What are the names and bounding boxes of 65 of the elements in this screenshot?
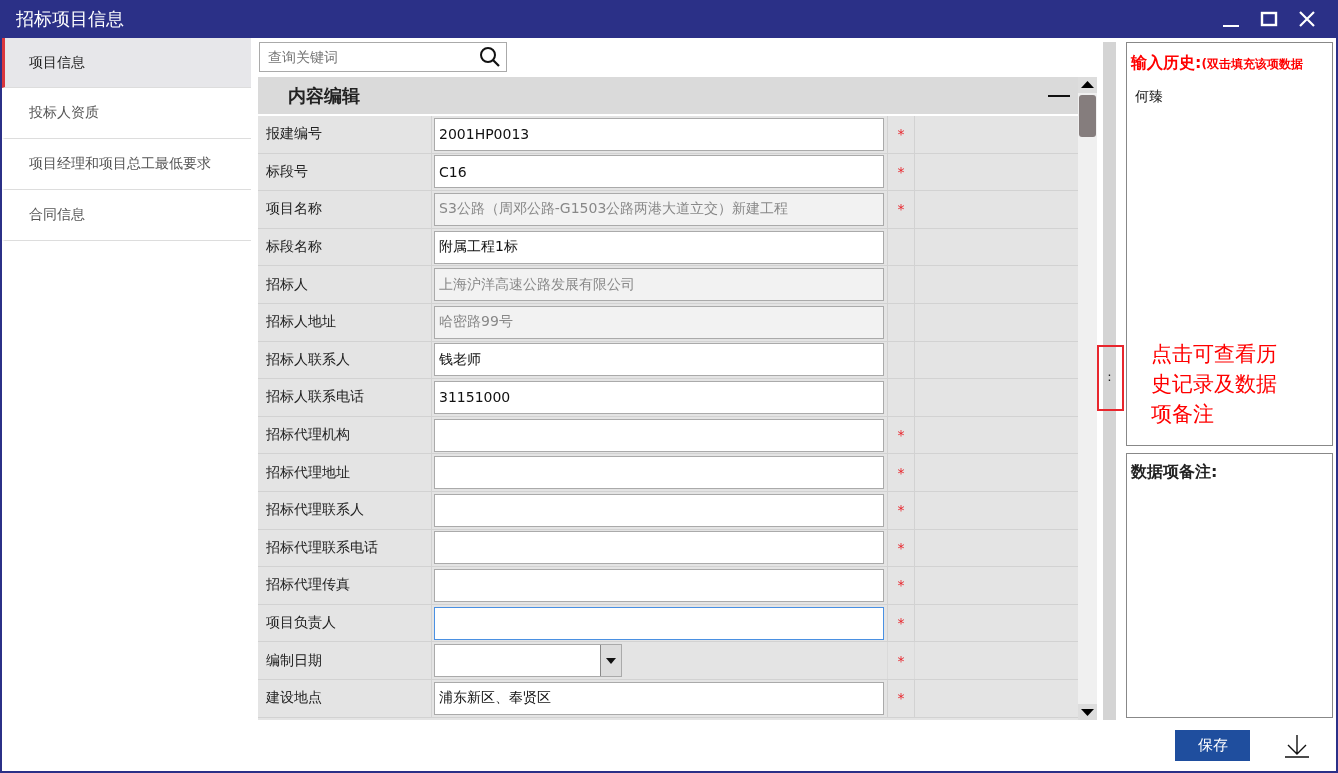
field-label: 报建编号 — [258, 116, 432, 153]
input-field[interactable] — [434, 493, 884, 527]
input-field[interactable] — [434, 531, 884, 565]
input-field[interactable]: 2001HP0013 — [434, 117, 884, 151]
field-label: 标段名称 — [258, 228, 432, 266]
scrollbar[interactable] — [1078, 77, 1097, 720]
caret-icon — [606, 657, 616, 664]
scroll-down-icon[interactable] — [1078, 704, 1097, 720]
annotation-frame — [1097, 345, 1124, 411]
sidebar-item[interactable]: 项目信息 — [2, 38, 251, 88]
scroll-thumb[interactable] — [1079, 95, 1096, 137]
maximize-icon[interactable] — [1260, 10, 1278, 28]
field-label: 招标代理联系人 — [258, 491, 432, 529]
field-label: 招标人联系人 — [258, 341, 432, 379]
input-field[interactable] — [434, 418, 884, 452]
field-label: 建设地点 — [258, 679, 432, 717]
field-label: 标段号 — [258, 153, 432, 191]
required-mark: * — [897, 577, 905, 594]
required-mark: * — [897, 427, 905, 444]
sidebar-item[interactable]: 投标人资质 — [2, 88, 251, 139]
field-label: 招标代理机构 — [258, 416, 432, 454]
input-field[interactable]: 钱老师 — [434, 343, 884, 377]
input-field[interactable]: 浦东新区、奉贤区 — [434, 681, 884, 715]
sidebar-item[interactable]: 项目经理和项目总工最低要求 — [2, 139, 251, 190]
field-label: 招标人 — [258, 266, 432, 303]
input-field[interactable]: C16 — [434, 155, 884, 189]
field-label: 招标人联系电话 — [258, 379, 432, 416]
required-mark: * — [897, 652, 905, 669]
window-title: 招标项目信息 — [16, 7, 124, 31]
field-label: 项目名称 — [258, 191, 432, 228]
scroll-up-icon[interactable] — [1078, 77, 1097, 93]
input-field[interactable] — [434, 606, 884, 640]
field-label: 编制日期 — [258, 642, 432, 679]
field-label: 招标人地址 — [258, 303, 432, 341]
dropdown-button[interactable] — [600, 645, 621, 677]
required-mark: * — [897, 615, 905, 631]
input-field[interactable] — [434, 456, 884, 490]
close-icon[interactable] — [1298, 10, 1316, 28]
sidebar-item[interactable]: 合同信息 — [2, 190, 251, 241]
field-label: 项目负责人 — [258, 604, 432, 642]
save-button[interactable]: 保存 — [1175, 730, 1250, 761]
required-mark: * — [897, 502, 905, 519]
history-hint: (双击填充该项数据 — [1201, 57, 1303, 71]
required-mark: * — [897, 126, 905, 143]
search-field[interactable]: 查询关键词 — [259, 42, 507, 72]
search-icon[interactable] — [479, 46, 501, 68]
required-mark: * — [897, 201, 905, 218]
history-title: 输入历史: — [1131, 53, 1202, 72]
required-mark: * — [897, 464, 905, 481]
required-mark: * — [897, 690, 905, 707]
input-field[interactable]: 附属工程1标 — [434, 230, 884, 264]
splitter-handle[interactable]: : — [1107, 368, 1112, 384]
history-entry[interactable]: 何臻 — [1127, 74, 1332, 106]
notes-title: 数据项备注: — [1130, 461, 1219, 483]
download-icon[interactable] — [1284, 733, 1310, 758]
annotation-text: 点击可查看历史记录及数据项备注 — [1151, 341, 1278, 428]
field-label: 招标代理联系电话 — [258, 529, 432, 567]
required-mark: * — [897, 539, 905, 556]
input-field[interactable] — [434, 568, 884, 602]
splitter[interactable]: : — [1103, 42, 1116, 720]
required-mark: * — [897, 163, 905, 180]
field-label: 招标代理地址 — [258, 454, 432, 491]
input-field[interactable]: 31151000 — [434, 380, 884, 414]
section-title: 内容编辑 — [288, 83, 360, 108]
field-label: 招标代理传真 — [258, 567, 432, 604]
